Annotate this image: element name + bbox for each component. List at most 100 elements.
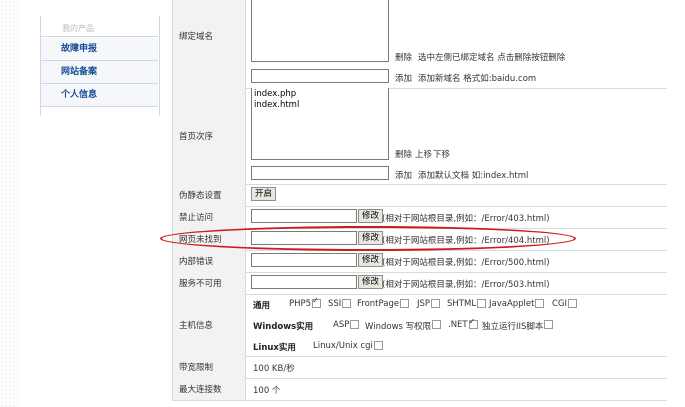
move-up-link[interactable]: 上移: [415, 148, 432, 160]
row-forbidden: 禁止访问 修改 (相对于网站根目录,例如：/Error/403.html): [172, 206, 667, 229]
error-500-input[interactable]: [251, 253, 357, 267]
row-label-cell: 内部错误: [172, 250, 246, 272]
delete-document-link[interactable]: 删除: [395, 148, 412, 160]
ssi-checkbox[interactable]: [342, 299, 352, 308]
delete-domain-hint: 选中左侧已绑定域名 点击删除按钮删除: [418, 53, 566, 63]
windows-features-label: Windows实用: [253, 322, 314, 332]
row-unavailable: 服务不可用 修改 (相对于网站根目录,例如：/Error/503.html): [172, 272, 667, 295]
linux-features-label: Linux实用: [253, 343, 296, 353]
bandwidth-value: 100 KB/秒: [253, 364, 295, 374]
enable-rewrite-button[interactable]: 开启: [251, 187, 277, 201]
sidebar: 我的产品 故障申报 网站备案 个人信息: [40, 16, 158, 107]
add-document-link[interactable]: 添加: [395, 169, 412, 181]
row-value-cell: index.php index.html 删除 上移 下移 添加 添加默认文档 …: [245, 88, 667, 184]
new-domain-input[interactable]: [251, 69, 389, 83]
row-value-cell: 删除 选中左侧已绑定域名 点击删除按钮删除 添加 添加新域名 格式如:baidu…: [245, 0, 667, 88]
asp-label: ASP: [333, 320, 350, 330]
linux-cgi-label: Linux/Unix cgi: [313, 341, 373, 351]
row-label-cell: 带宽限制: [172, 356, 246, 378]
general-features-label: 通用: [253, 301, 271, 311]
dotnet-label: .NET: [448, 320, 468, 330]
settings-table: 绑定域名 删除 选中左侧已绑定域名 点击删除按钮删除 添加 添加新域名 格式如:…: [172, 0, 667, 407]
sidebar-top-label: 我的产品: [62, 24, 94, 33]
row-value-cell: 修改 (相对于网站根目录,例如：/Error/500.html): [245, 250, 667, 272]
row-host-info: 主机信息 通用 PHP5 SSI FrontPage JSP SHTML Jav…: [172, 294, 667, 357]
modify-500-button[interactable]: 修改: [358, 253, 384, 267]
javaapplet-checkbox[interactable]: [535, 299, 545, 308]
row-rewrite: 伪静态设置 开启: [172, 184, 667, 207]
cgi-checkbox[interactable]: [568, 299, 578, 308]
linux-cgi-checkbox[interactable]: [373, 341, 383, 350]
row-bind-domain: 绑定域名 删除 选中左侧已绑定域名 点击删除按钮删除 添加 添加新域名 格式如:…: [172, 0, 667, 89]
row-value-cell: 100 KB/秒: [245, 356, 667, 378]
modify-503-button[interactable]: 修改: [358, 275, 384, 289]
delete-domain-link[interactable]: 删除: [395, 51, 412, 63]
row-value-cell: 开启: [245, 184, 667, 206]
row-label-cell: 禁止访问: [172, 206, 246, 228]
new-document-input[interactable]: [251, 166, 389, 180]
cgi-label: CGI: [552, 299, 568, 309]
asp-checkbox[interactable]: [350, 320, 360, 329]
sidebar-item-fault-report[interactable]: 故障申报: [40, 37, 158, 61]
jsp-label: JSP: [417, 299, 431, 309]
add-domain-hint: 添加新域名 格式如:baidu.com: [418, 74, 537, 84]
sidebar-item-label: 个人信息: [61, 90, 98, 100]
row-value-cell: 修改 (相对于网站根目录,例如：/Error/404.html): [245, 228, 667, 250]
row-label-cell: 网页未找到: [172, 228, 246, 250]
error-404-input[interactable]: [251, 231, 357, 245]
sidebar-item-label: 网站备案: [61, 67, 98, 77]
sidebar-item-personal-info[interactable]: 个人信息: [40, 84, 158, 107]
error-404-hint: (相对于网站根目录,例如：/Error/404.html): [382, 236, 550, 246]
row-label-cell: 最大连接数: [172, 378, 246, 400]
sidebar-item-site-filing[interactable]: 网站备案: [40, 61, 158, 84]
index-order-label: 首页次序: [179, 132, 214, 142]
row-value-cell: 100 个: [245, 378, 667, 400]
internal-error-label: 内部错误: [179, 257, 214, 267]
row-not-found: 网页未找到 修改 (相对于网站根目录,例如：/Error/404.html): [172, 228, 667, 251]
php5-label: PHP5: [289, 299, 312, 309]
rewrite-label: 伪静态设置: [179, 191, 222, 201]
bound-domains-listbox[interactable]: [251, 0, 389, 62]
shtml-label: SHTML: [447, 299, 477, 309]
row-index-order: 首页次序 index.php index.html 删除 上移 下移 添加 添加…: [172, 88, 667, 185]
javaapplet-label: JavaApplet: [489, 299, 535, 309]
host-info-label: 主机信息: [179, 321, 214, 331]
row-value-cell: 修改 (相对于网站根目录,例如：/Error/403.html): [245, 206, 667, 228]
ssi-label: SSI: [328, 299, 342, 309]
jsp-checkbox[interactable]: [431, 299, 441, 308]
dotted-margin: [0, 0, 18, 407]
iis-script-label: 独立运行IIS脚本: [482, 322, 544, 332]
shtml-checkbox[interactable]: [477, 299, 487, 308]
forbidden-label: 禁止访问: [179, 213, 214, 223]
frontpage-label: FrontPage: [357, 299, 400, 309]
modify-403-button[interactable]: 修改: [358, 209, 384, 223]
sidebar-top-item[interactable]: 我的产品: [40, 16, 158, 37]
add-document-hint: 添加默认文档 如:index.html: [418, 171, 529, 181]
bind-domain-label: 绑定域名: [179, 32, 214, 42]
default-documents-listbox[interactable]: index.php index.html: [251, 88, 389, 160]
row-value-cell: 修改 (相对于网站根目录,例如：/Error/503.html): [245, 272, 667, 294]
error-403-input[interactable]: [251, 209, 357, 223]
move-down-link[interactable]: 下移: [433, 148, 450, 160]
windows-write-checkbox[interactable]: [432, 320, 442, 329]
php5-checkbox[interactable]: [312, 296, 322, 308]
row-label-cell: 伪静态设置: [172, 184, 246, 206]
unavailable-label: 服务不可用: [179, 279, 222, 289]
error-500-hint: (相对于网站根目录,例如：/Error/500.html): [382, 258, 550, 268]
dotnet-checkbox[interactable]: [468, 317, 478, 329]
row-internal-error: 内部错误 修改 (相对于网站根目录,例如：/Error/500.html): [172, 250, 667, 273]
frontpage-checkbox[interactable]: [400, 299, 410, 308]
not-found-label: 网页未找到: [179, 235, 222, 245]
max-connections-value: 100 个: [253, 386, 281, 396]
row-bandwidth: 带宽限制 100 KB/秒: [172, 356, 667, 379]
row-label-cell: 绑定域名: [172, 0, 246, 88]
error-503-input[interactable]: [251, 275, 357, 289]
iis-script-checkbox[interactable]: [544, 320, 554, 329]
bandwidth-label: 带宽限制: [179, 363, 214, 373]
modify-404-button[interactable]: 修改: [358, 231, 384, 245]
row-max-connections: 最大连接数 100 个: [172, 378, 667, 401]
add-domain-link[interactable]: 添加: [395, 72, 412, 84]
error-503-hint: (相对于网站根目录,例如：/Error/503.html): [382, 280, 550, 290]
row-value-cell: 通用 PHP5 SSI FrontPage JSP SHTML JavaAppl…: [245, 294, 667, 356]
error-403-hint: (相对于网站根目录,例如：/Error/403.html): [382, 214, 550, 224]
